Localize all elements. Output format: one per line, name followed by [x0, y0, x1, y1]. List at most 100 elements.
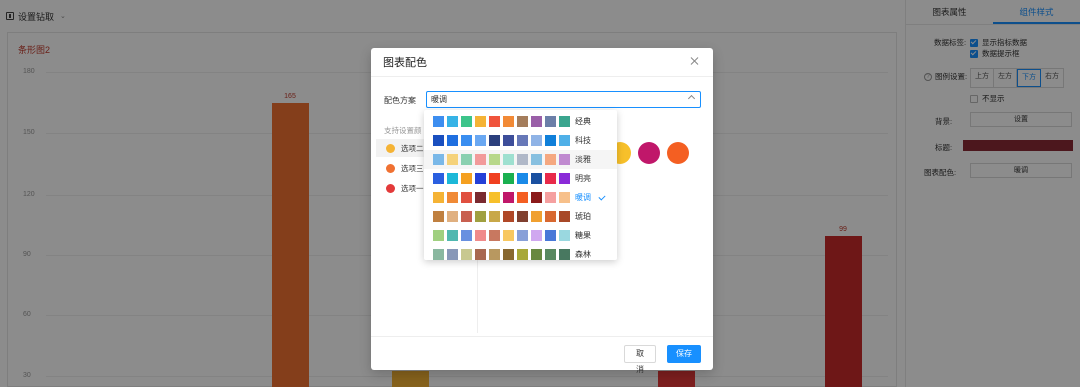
color-swatch — [489, 154, 500, 165]
color-swatch — [545, 230, 556, 241]
scheme-option-label: 暖调 — [575, 193, 591, 202]
color-swatch — [475, 249, 486, 260]
scheme-label: 配色方案 — [384, 96, 416, 105]
color-swatch — [545, 192, 556, 203]
color-swatch — [517, 154, 528, 165]
scheme-option[interactable]: 经典 — [424, 112, 617, 131]
scheme-swatches — [433, 249, 570, 260]
color-swatch — [559, 173, 570, 184]
color-swatch — [475, 230, 486, 241]
color-swatch — [475, 116, 486, 127]
chevron-up-icon — [687, 94, 696, 103]
scheme-option-label: 森林 — [575, 250, 591, 259]
color-swatch — [447, 211, 458, 222]
color-swatch — [531, 135, 542, 146]
color-swatch — [517, 192, 528, 203]
scheme-swatches — [433, 135, 570, 146]
color-swatch — [559, 230, 570, 241]
color-swatch — [545, 154, 556, 165]
color-dot-icon — [386, 143, 395, 153]
save-button[interactable]: 保存 — [667, 345, 701, 363]
color-swatch — [503, 249, 514, 260]
color-swatch — [531, 173, 542, 184]
scheme-option-label: 琥珀 — [575, 212, 591, 221]
color-swatch — [503, 116, 514, 127]
scheme-option[interactable]: 暖调 — [424, 188, 617, 207]
color-swatch — [475, 211, 486, 222]
scheme-option[interactable]: 糖果 — [424, 226, 617, 245]
dialog-header: 图表配色 — [371, 48, 713, 77]
color-swatch — [517, 116, 528, 127]
color-swatch — [503, 173, 514, 184]
scheme-swatches — [433, 192, 570, 203]
color-swatch — [531, 116, 542, 127]
color-swatch — [461, 154, 472, 165]
color-swatch — [559, 135, 570, 146]
color-swatch — [559, 249, 570, 260]
color-swatch — [475, 135, 486, 146]
scheme-option-label: 科技 — [575, 136, 591, 145]
scheme-option-label: 明亮 — [575, 174, 591, 183]
color-swatch — [433, 116, 444, 127]
color-swatch — [461, 173, 472, 184]
scheme-select-value: 暖调 — [431, 95, 447, 104]
color-swatch — [517, 249, 528, 260]
option-label: 选项二 — [401, 143, 424, 153]
color-swatch — [447, 192, 458, 203]
scheme-option[interactable]: 琥珀 — [424, 207, 617, 226]
color-swatch — [517, 135, 528, 146]
color-swatch — [531, 249, 542, 260]
color-swatch — [447, 173, 458, 184]
close-icon[interactable] — [690, 56, 700, 66]
color-swatch — [461, 116, 472, 127]
color-dot-icon — [386, 183, 395, 193]
color-swatch — [531, 154, 542, 165]
scheme-option-label: 经典 — [575, 117, 591, 126]
scheme-option[interactable]: 明亮 — [424, 169, 617, 188]
scheme-swatches — [433, 211, 570, 222]
scheme-swatches — [433, 154, 570, 165]
preview-color-swatch[interactable] — [667, 142, 689, 164]
dialog-title: 图表配色 — [383, 57, 427, 69]
color-swatch — [545, 116, 556, 127]
support-settings-label: 支持设置颜 — [384, 126, 422, 135]
color-swatch — [433, 192, 444, 203]
color-swatch — [489, 211, 500, 222]
color-swatch — [433, 230, 444, 241]
preview-color-swatch[interactable] — [638, 142, 660, 164]
color-swatch — [433, 154, 444, 165]
color-swatch — [489, 173, 500, 184]
dialog-footer: 取消 保存 — [371, 336, 713, 374]
color-swatch — [447, 230, 458, 241]
scheme-swatches — [433, 116, 570, 127]
color-swatch — [545, 135, 556, 146]
color-swatch — [461, 249, 472, 260]
color-swatch — [545, 211, 556, 222]
color-swatch — [559, 154, 570, 165]
color-swatch — [433, 211, 444, 222]
color-swatch — [461, 192, 472, 203]
scheme-option[interactable]: 科技 — [424, 131, 617, 150]
color-swatch — [489, 230, 500, 241]
color-swatch — [517, 230, 528, 241]
color-swatch — [433, 135, 444, 146]
color-swatch — [545, 249, 556, 260]
scheme-dropdown: 经典科技淡雅明亮暖调琥珀糖果森林 — [424, 110, 617, 260]
color-swatch — [461, 135, 472, 146]
scheme-option[interactable]: 森林 — [424, 245, 617, 260]
color-swatch — [475, 192, 486, 203]
color-swatch — [545, 173, 556, 184]
color-swatch — [531, 192, 542, 203]
color-swatch — [489, 135, 500, 146]
color-swatch — [475, 173, 486, 184]
cancel-button[interactable]: 取消 — [624, 345, 656, 374]
scheme-swatches — [433, 173, 570, 184]
color-dot-icon — [386, 163, 395, 173]
color-swatch — [503, 135, 514, 146]
option-label: 选项三 — [401, 163, 424, 173]
color-swatch — [517, 211, 528, 222]
scheme-select[interactable]: 暖调 — [426, 91, 701, 108]
option-label: 选项一 — [401, 183, 424, 193]
color-swatch — [433, 173, 444, 184]
scheme-option[interactable]: 淡雅 — [424, 150, 617, 169]
